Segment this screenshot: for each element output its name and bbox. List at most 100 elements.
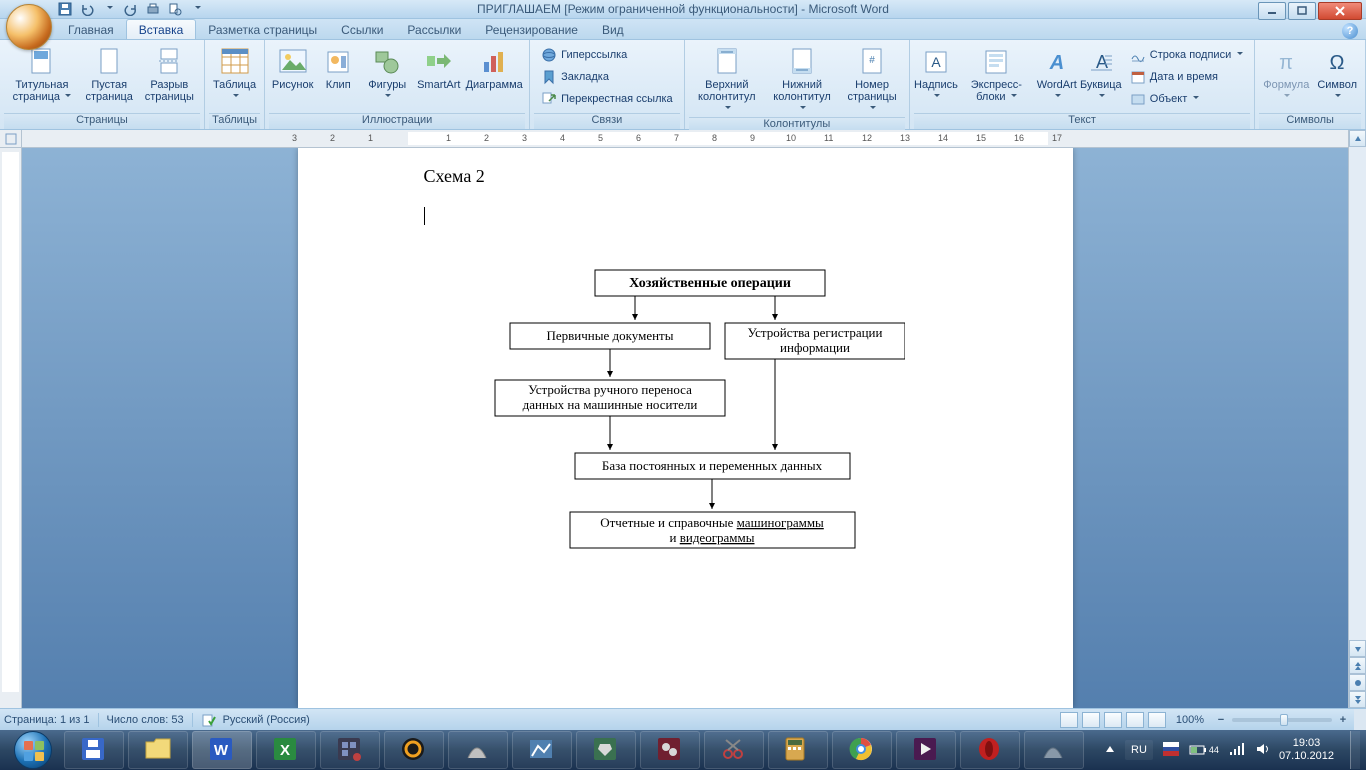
tray-volume-icon[interactable]	[1255, 742, 1269, 759]
chart-button[interactable]: Диаграмма	[463, 42, 525, 113]
textbox-button[interactable]: AНадпись	[914, 42, 958, 113]
tab-review[interactable]: Рецензирование	[473, 20, 590, 39]
vertical-scrollbar[interactable]	[1348, 130, 1366, 708]
document-canvas[interactable]: Схема 2 Хозяйственные операции	[22, 148, 1348, 708]
footer-button[interactable]: Нижний колонтитул	[765, 42, 839, 117]
crossref-button[interactable]: Перекрестная ссылка	[538, 88, 676, 109]
tab-references[interactable]: Ссылки	[329, 20, 395, 39]
task-app4[interactable]	[640, 731, 700, 769]
task-opera[interactable]	[960, 731, 1020, 769]
task-word[interactable]: W	[192, 731, 252, 769]
close-button[interactable]	[1318, 2, 1362, 20]
browse-button[interactable]	[1349, 674, 1366, 691]
task-calc[interactable]	[768, 731, 828, 769]
cover-page-button[interactable]: Титульная страница	[4, 42, 80, 113]
header-button[interactable]: Верхний колонтитул	[689, 42, 765, 117]
qat-more[interactable]	[188, 0, 206, 18]
undo-dropdown[interactable]	[100, 0, 118, 18]
view-draft[interactable]	[1148, 712, 1166, 728]
task-explorer[interactable]	[128, 731, 188, 769]
prev-page-button[interactable]	[1349, 657, 1366, 674]
start-button[interactable]	[6, 730, 60, 770]
picture-icon	[277, 46, 309, 78]
hyperlink-button[interactable]: Гиперссылка	[538, 44, 676, 65]
print-icon[interactable]	[144, 0, 162, 18]
scroll-up-button[interactable]	[1349, 130, 1366, 147]
task-player[interactable]	[896, 731, 956, 769]
task-app1[interactable]	[320, 731, 380, 769]
blank-page-button[interactable]: Пустая страница	[80, 42, 139, 113]
svg-text:A: A	[1049, 52, 1064, 74]
redo-icon[interactable]	[122, 0, 140, 18]
task-app5[interactable]	[1024, 731, 1084, 769]
preview-icon[interactable]	[166, 0, 184, 18]
task-app3[interactable]	[512, 731, 572, 769]
zoom-slider[interactable]	[1232, 718, 1332, 722]
equation-button[interactable]: πФормула	[1259, 42, 1313, 113]
zoom-out-button[interactable]: −	[1214, 714, 1228, 726]
tray-lang[interactable]: RU	[1125, 740, 1153, 760]
tray-show-hidden[interactable]	[1105, 744, 1115, 757]
view-outline[interactable]	[1126, 712, 1144, 728]
task-save[interactable]	[64, 731, 124, 769]
task-excel[interactable]: X	[256, 731, 316, 769]
page-number-button[interactable]: #Номер страницы	[839, 42, 905, 117]
shapes-button[interactable]: Фигуры	[360, 42, 414, 113]
show-desktop-button[interactable]	[1350, 731, 1360, 769]
tab-layout[interactable]: Разметка страницы	[196, 20, 329, 39]
vertical-ruler[interactable]	[0, 148, 22, 708]
tab-insert[interactable]: Вставка	[126, 19, 197, 39]
task-aimp[interactable]	[384, 731, 444, 769]
quick-blocks-button[interactable]: Экспресс-блоки	[958, 42, 1035, 113]
bookmark-button[interactable]: Закладка	[538, 66, 676, 87]
undo-icon[interactable]	[78, 0, 96, 18]
task-ruby[interactable]	[576, 731, 636, 769]
maximize-button[interactable]	[1288, 2, 1316, 20]
svg-text:Устройства ручного переноса: Устройства ручного переноса	[528, 382, 692, 397]
task-snip[interactable]	[704, 731, 764, 769]
table-button[interactable]: Таблица	[209, 42, 260, 113]
cover-page-icon	[26, 46, 58, 78]
status-page[interactable]: Страница: 1 из 1	[4, 714, 90, 726]
tray-flag-icon[interactable]	[1163, 742, 1179, 759]
picture-button[interactable]: Рисунок	[269, 42, 316, 113]
signature-button[interactable]: Строка подписи	[1127, 44, 1246, 65]
clip-button[interactable]: Клип	[316, 42, 360, 113]
resize-grip[interactable]	[1354, 708, 1366, 730]
ruler-corner[interactable]	[0, 130, 22, 148]
datetime-button[interactable]: Дата и время	[1127, 66, 1246, 87]
proofing-icon[interactable]	[201, 712, 217, 728]
view-web[interactable]	[1104, 712, 1122, 728]
scroll-down-button[interactable]	[1349, 640, 1366, 657]
status-words[interactable]: Число слов: 53	[107, 714, 184, 726]
task-chrome[interactable]	[832, 731, 892, 769]
tray-network-icon[interactable]	[1229, 742, 1245, 759]
view-print-layout[interactable]	[1060, 712, 1078, 728]
dropcap-button[interactable]: AБуквица	[1079, 42, 1123, 113]
header-icon	[711, 46, 743, 78]
symbol-button[interactable]: ΩСимвол	[1313, 42, 1361, 113]
zoom-in-button[interactable]: +	[1336, 714, 1350, 726]
status-lang[interactable]: Русский (Россия)	[223, 714, 310, 726]
tray-clock[interactable]: 19:0307.10.2012	[1279, 737, 1340, 763]
minimize-button[interactable]	[1258, 2, 1286, 20]
help-button[interactable]: ?	[1342, 23, 1358, 39]
office-button[interactable]	[6, 4, 52, 50]
tab-mailings[interactable]: Рассылки	[395, 20, 473, 39]
task-app2[interactable]	[448, 731, 508, 769]
smartart-button[interactable]: SmartArt	[414, 42, 463, 113]
status-bar: Страница: 1 из 1 Число слов: 53 Русский …	[0, 708, 1354, 730]
next-page-button[interactable]	[1349, 691, 1366, 708]
tray-battery[interactable]: 44	[1189, 744, 1219, 756]
horizontal-ruler[interactable]: 321 123 456 789 101112 131415 1617	[22, 130, 1348, 148]
tab-view[interactable]: Вид	[590, 20, 636, 39]
page-break-button[interactable]: Разрыв страницы	[139, 42, 200, 113]
wordart-button[interactable]: AWordArt	[1035, 42, 1079, 113]
tab-home[interactable]: Главная	[56, 20, 126, 39]
save-icon[interactable]	[56, 0, 74, 18]
object-button[interactable]: Объект	[1127, 88, 1246, 109]
page[interactable]: Схема 2 Хозяйственные операции	[298, 148, 1073, 708]
zoom-percent[interactable]: 100%	[1176, 714, 1204, 726]
footer-icon	[786, 46, 818, 78]
view-full-screen[interactable]	[1082, 712, 1100, 728]
